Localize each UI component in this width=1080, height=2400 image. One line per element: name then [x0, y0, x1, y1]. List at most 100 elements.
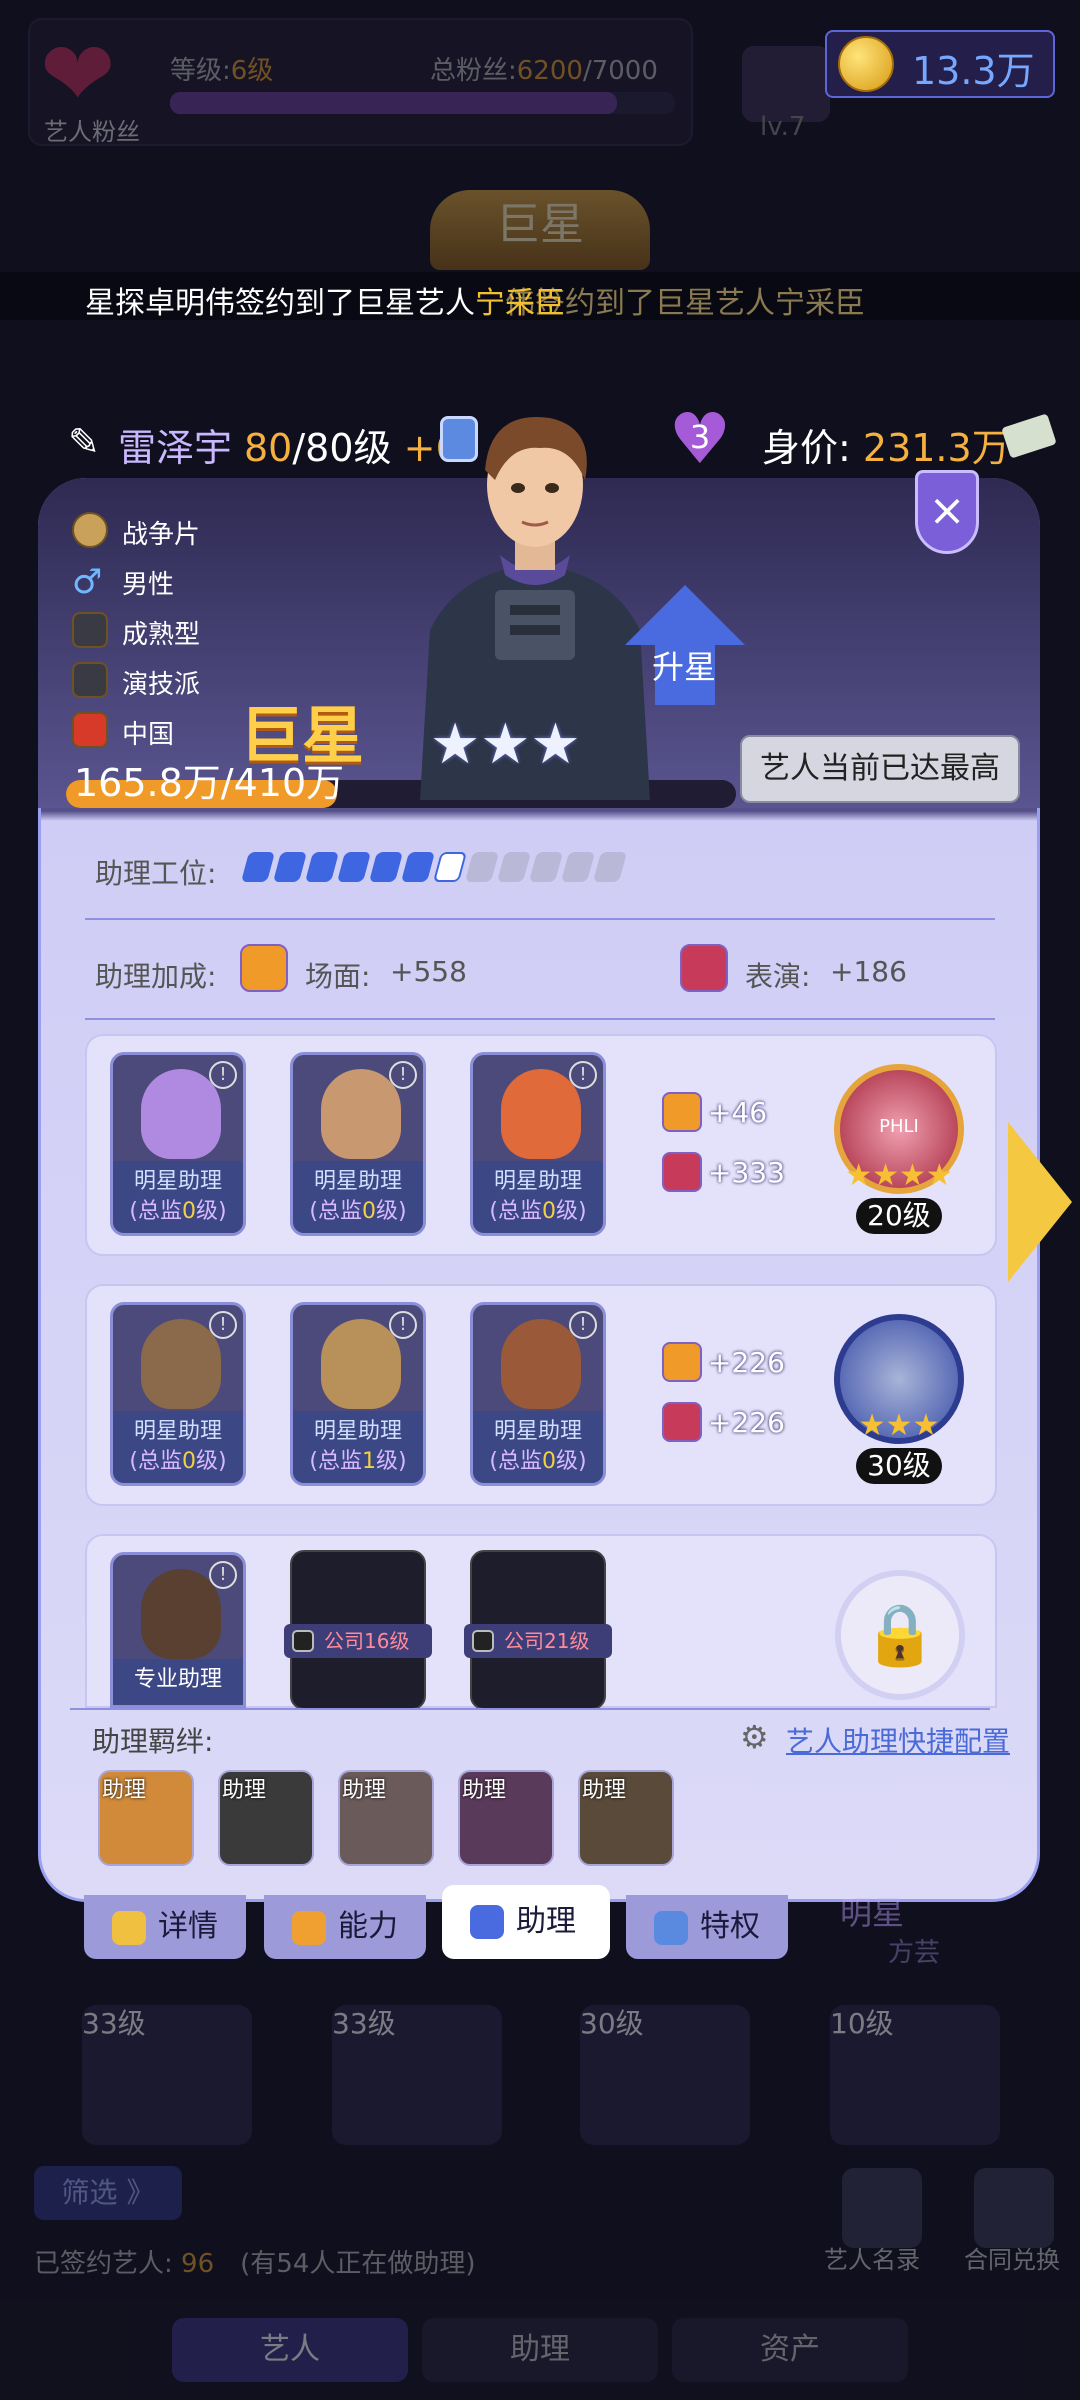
fan-heart-icon: ❤	[40, 22, 116, 127]
team-stat-scene: +46	[708, 1096, 768, 1129]
next-page-arrow-icon[interactable]	[1008, 1122, 1072, 1282]
ghost-name: 明星	[840, 1894, 905, 1932]
info-icon[interactable]: !	[209, 1061, 237, 1089]
bond-assistant[interactable]: 助理	[458, 1770, 554, 1866]
nav-artist[interactable]: 艺人	[172, 2318, 408, 2382]
bonus-scene-label: 场面:	[305, 960, 371, 993]
artist-thumb-level: 30级	[580, 2007, 644, 2040]
info-icon[interactable]: !	[389, 1061, 417, 1089]
oscar-icon	[72, 662, 108, 698]
info-icon[interactable]: !	[209, 1561, 237, 1589]
bond-assistant[interactable]: 助理	[98, 1770, 194, 1866]
assistant-face	[141, 1319, 221, 1409]
assistant-face	[501, 1069, 581, 1159]
assistant-label: 明星助理 (总监0级)	[113, 1161, 243, 1233]
info-icon[interactable]: !	[209, 1311, 237, 1339]
filter-button[interactable]: 筛选 》	[34, 2166, 182, 2220]
china-flag-icon	[72, 712, 108, 748]
bond-tag: 助理	[582, 1778, 627, 1803]
info-icon[interactable]: !	[569, 1311, 597, 1339]
trophy-stars: ★★★★	[845, 1158, 953, 1193]
assistant-face	[141, 1069, 221, 1159]
acting-mask-icon	[662, 1152, 702, 1192]
assistant-face	[321, 1319, 401, 1409]
contract-exchange-icon[interactable]	[974, 2168, 1054, 2248]
info-icon[interactable]: !	[389, 1311, 417, 1339]
tag-country: 中国	[122, 720, 175, 750]
star-rating: ★★★	[430, 712, 581, 777]
gear-icon[interactable]: ⚙	[740, 1718, 769, 1756]
artist-thumb-level: 33级	[82, 2007, 146, 2040]
upstar-button-label[interactable]: 升星	[652, 642, 716, 688]
info-icon[interactable]: !	[569, 1061, 597, 1089]
assistant-label: 专业助理	[113, 1659, 243, 1705]
fan-label: 艺人粉丝	[44, 118, 140, 146]
assistant-card[interactable]: ! 明星助理 (总监0级)	[110, 1302, 246, 1486]
assistant-label: 明星助理 (总监0级)	[473, 1411, 603, 1483]
assistant-label: 明星助理 (总监0级)	[113, 1411, 243, 1483]
team-stat-scene: +226	[708, 1346, 785, 1379]
bond-tag: 助理	[342, 1778, 387, 1803]
news-text: 星探卓明伟签约到了巨星艺人宁采臣	[85, 286, 565, 321]
bond-assistant[interactable]: 助理	[218, 1770, 314, 1866]
studio-level: lv.7	[760, 112, 806, 142]
assistant-card[interactable]: ! 明星助理 (总监0级)	[110, 1052, 246, 1236]
artist-directory-label: 艺人名录	[824, 2246, 920, 2274]
clapperboard-icon[interactable]	[742, 46, 830, 122]
nav-assets[interactable]: 资产	[672, 2318, 908, 2382]
rename-pen-icon[interactable]: ✎	[68, 420, 100, 464]
bonus-scene-value: +558	[390, 955, 467, 988]
bond-tag: 助理	[222, 1778, 267, 1803]
locked-slot-requirement: 公司16级	[284, 1624, 432, 1658]
bond-label: 助理羁绊:	[92, 1725, 214, 1758]
bonus-label: 助理加成:	[95, 960, 217, 993]
artist-thumb-level: 10级	[830, 2007, 894, 2040]
assistant-label: 明星助理 (总监1级)	[293, 1411, 423, 1483]
divider	[85, 1018, 995, 1020]
tag-genre: 战争片	[122, 520, 201, 550]
coin-value: 13.3万	[912, 49, 1035, 93]
bond-assistant[interactable]: 助理	[338, 1770, 434, 1866]
bond-tag: 助理	[462, 1778, 507, 1803]
tag-gender: 男性	[122, 570, 175, 600]
coin-icon	[838, 36, 894, 92]
fan-count: 总粉丝:6200/7000	[430, 56, 658, 86]
assistant-card[interactable]: ! 明星助理 (总监0级)	[290, 1052, 426, 1236]
contract-exchange-label: 合同兑换	[964, 2246, 1060, 2274]
lock-icon[interactable]: 🔒	[835, 1570, 965, 1700]
assistant-face	[321, 1069, 401, 1159]
background-list: 明星 方芸 33级 33级 30级 10级 筛选 》 已签约艺人: 96 (有5…	[0, 1880, 1080, 2400]
scene-icon	[240, 944, 288, 992]
star-icon: ★	[530, 712, 581, 777]
star-icon: ★	[480, 712, 531, 777]
bonus-acting-value: +186	[830, 955, 907, 988]
star-icon: ★	[430, 712, 481, 777]
bond-assistant[interactable]: 助理	[578, 1770, 674, 1866]
quick-config-link[interactable]: 艺人助理快捷配置	[786, 1720, 1010, 1760]
tag-type: 成熟型	[122, 620, 201, 650]
rank-title: 巨星	[240, 699, 365, 772]
fan-level: 等级:6级	[170, 56, 274, 86]
acting-mask-icon	[680, 944, 728, 992]
nav-assistant[interactable]: 助理	[422, 2318, 658, 2382]
tag-style: 演技派	[122, 670, 201, 700]
assistant-card[interactable]: ! 明星助理 (总监0级)	[470, 1052, 606, 1236]
max-level-button[interactable]: 艺人当前已达最高	[740, 735, 1020, 803]
assistant-card[interactable]: ! 明星助理 (总监1级)	[290, 1302, 426, 1486]
team-stat-acting: +333	[708, 1156, 785, 1189]
close-button[interactable]: ×	[915, 470, 979, 554]
acting-mask-icon	[662, 1402, 702, 1442]
locked-slot-requirement: 公司21级	[464, 1624, 612, 1658]
type-icon	[72, 612, 108, 648]
scene-icon	[662, 1092, 702, 1132]
assistant-label: 明星助理 (总监0级)	[293, 1161, 423, 1233]
artist-name: 雷泽宇	[118, 426, 233, 470]
male-icon: ♂	[72, 562, 103, 602]
fan-progress-bar	[170, 92, 675, 114]
assistant-card[interactable]: ! 明星助理 (总监0级)	[470, 1302, 606, 1486]
trophy-stars: ★★★	[858, 1408, 940, 1443]
assistant-card[interactable]: ! 专业助理	[110, 1552, 246, 1708]
artist-directory-icon[interactable]	[842, 2168, 922, 2248]
trophy-level: 20级	[856, 1198, 942, 1234]
divider	[85, 918, 995, 920]
